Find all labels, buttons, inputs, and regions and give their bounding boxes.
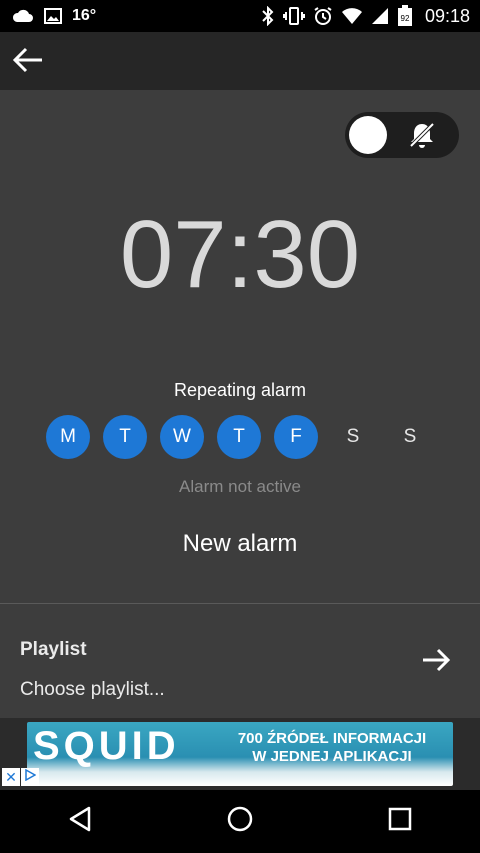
square-recents-icon (388, 807, 412, 836)
weekday-button[interactable]: M (46, 415, 90, 459)
weekday-button[interactable]: S (388, 415, 432, 459)
close-icon: ✕ (5, 768, 17, 785)
circle-home-icon (226, 805, 254, 838)
weekday-button[interactable]: T (103, 415, 147, 459)
battery-level-text: 92 (401, 14, 410, 23)
temperature-text: 16° (72, 7, 97, 24)
ad-text: 700 ŹRÓDEŁ INFORMACJI W JEDNEJ APLIKACJI (217, 730, 447, 766)
bluetooth-icon (261, 6, 275, 26)
arrow-left-icon (12, 46, 44, 79)
alarm-clock-icon (313, 6, 333, 26)
app-bar (0, 32, 480, 90)
nav-back-button[interactable] (52, 794, 108, 850)
wifi-icon (341, 7, 363, 25)
playlist-row[interactable]: Playlist Choose playlist... (0, 604, 480, 718)
toggle-knob (349, 116, 387, 154)
triangle-back-icon (67, 806, 93, 837)
status-bar: 16° 92 09:18 (0, 0, 480, 32)
alarm-status: Alarm not active (179, 477, 301, 496)
repeat-label: Repeating alarm (173, 380, 307, 400)
ad-text-line-2: W JEDNEJ APLIKACJI (252, 748, 412, 765)
ad-choices-button[interactable] (21, 768, 39, 786)
ad-text-line-1: 700 ŹRÓDEŁ INFORMACJI (237, 730, 427, 747)
playlist-title: Playlist (20, 639, 87, 660)
weekday-button[interactable]: W (160, 415, 204, 459)
playlist-value: Choose playlist... (20, 679, 165, 700)
system-nav-bar (0, 790, 480, 853)
clock-text: 09:18 (424, 5, 470, 26)
weekday-button[interactable]: T (217, 415, 261, 459)
ad-area: SQUID 700 ŹRÓDEŁ INFORMACJI W JEDNEJ APL… (0, 718, 480, 790)
nav-recents-button[interactable] (372, 794, 428, 850)
vibrate-icon (282, 7, 305, 25)
ad-brand: SQUID (33, 724, 180, 768)
battery-icon: 92 (397, 5, 413, 27)
nav-home-button[interactable] (212, 794, 268, 850)
weekday-button[interactable]: F (274, 415, 318, 459)
ad-banner[interactable]: SQUID 700 ŹRÓDEŁ INFORMACJI W JEDNEJ APL… (27, 722, 453, 786)
weekday-selector: MTWTFSS (46, 415, 432, 459)
weekday-button[interactable]: S (331, 415, 375, 459)
back-button[interactable] (8, 42, 48, 82)
arrow-right-icon (418, 642, 454, 678)
bell-off-icon (405, 118, 439, 152)
alarm-time[interactable]: 07:30 (0, 200, 480, 310)
ad-close-button[interactable]: ✕ (2, 768, 20, 786)
alarm-name[interactable]: New alarm (0, 530, 480, 558)
alarm-enable-toggle[interactable] (345, 112, 459, 158)
signal-icon (371, 7, 389, 25)
image-icon (44, 8, 62, 24)
play-triangle-icon (24, 768, 37, 786)
cloud-icon (12, 9, 34, 23)
